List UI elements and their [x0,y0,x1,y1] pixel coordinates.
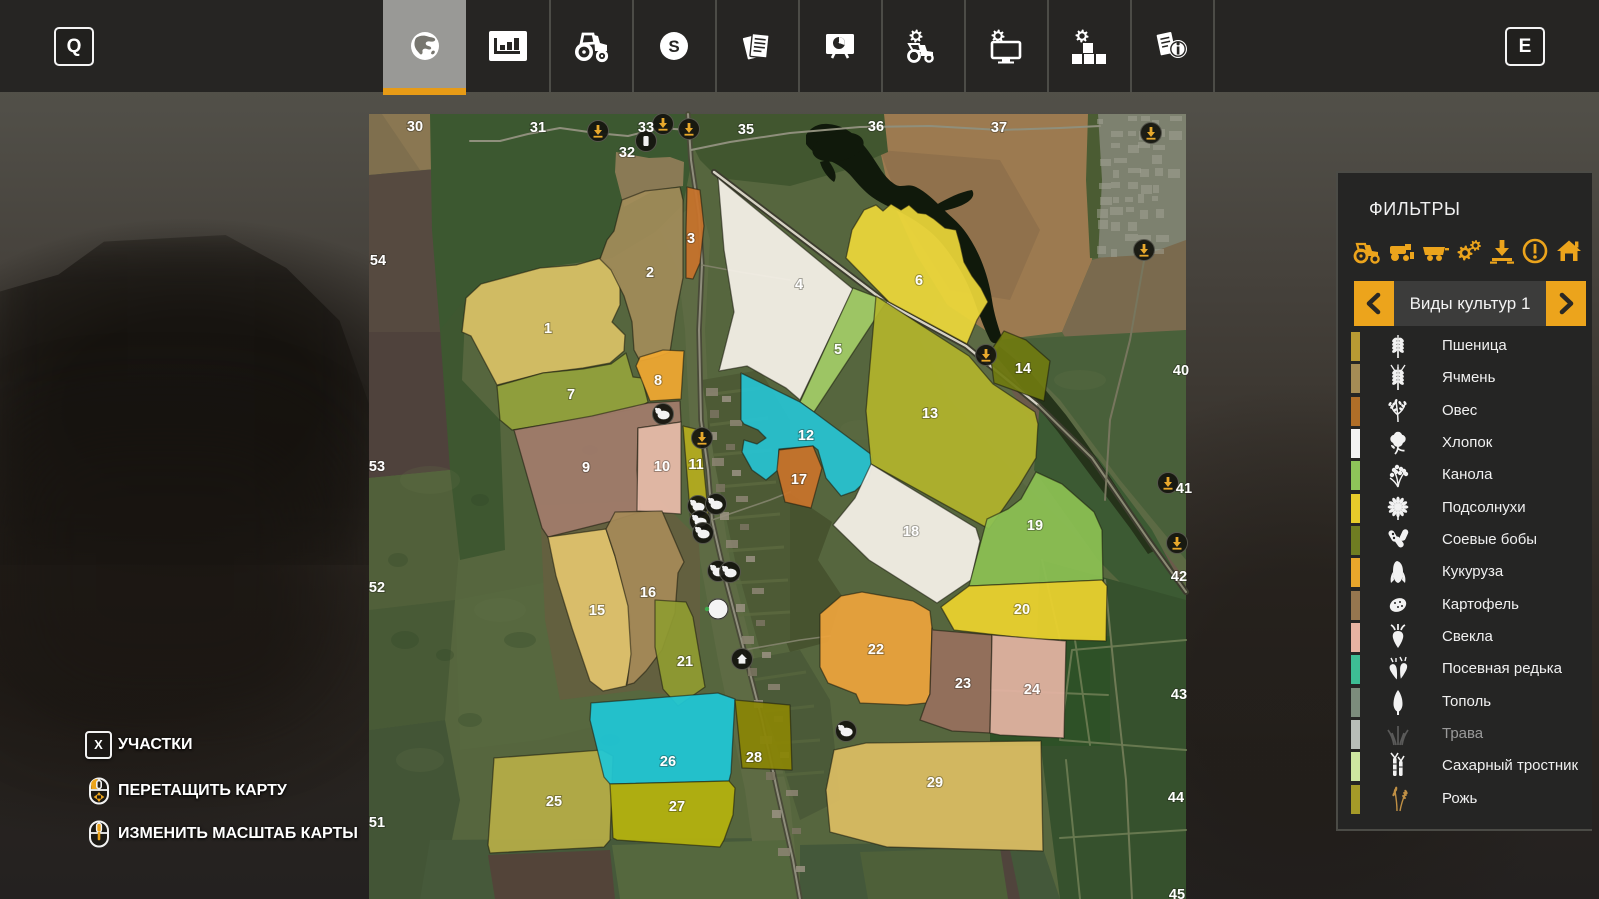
svg-text:52: 52 [369,580,385,596]
svg-text:41: 41 [1176,481,1192,497]
svg-text:17: 17 [791,472,807,488]
svg-text:35: 35 [738,122,754,138]
svg-text:32: 32 [619,145,635,161]
svg-text:14: 14 [1015,361,1031,377]
svg-text:22: 22 [868,642,884,658]
svg-text:43: 43 [1171,687,1187,703]
svg-text:29: 29 [927,775,943,791]
svg-text:6: 6 [915,273,923,289]
svg-text:23: 23 [955,676,971,692]
svg-text:45: 45 [1169,887,1185,899]
svg-text:2: 2 [646,265,654,281]
svg-text:4: 4 [795,277,803,293]
svg-text:44: 44 [1168,790,1184,806]
svg-text:19: 19 [1027,518,1043,534]
svg-text:1: 1 [544,321,552,337]
svg-text:53: 53 [369,459,385,475]
svg-text:40: 40 [1173,363,1189,379]
svg-text:51: 51 [369,815,385,831]
svg-text:13: 13 [922,406,938,422]
svg-text:26: 26 [660,754,676,770]
svg-text:42: 42 [1171,569,1187,585]
svg-text:11: 11 [688,457,703,473]
svg-text:36: 36 [868,119,884,135]
svg-text:18: 18 [903,524,919,540]
svg-text:3: 3 [687,231,695,247]
svg-text:37: 37 [991,120,1007,136]
svg-text:28: 28 [746,750,762,766]
svg-text:21: 21 [677,654,693,670]
svg-text:7: 7 [567,387,575,403]
svg-text:24: 24 [1024,682,1040,698]
svg-text:25: 25 [546,794,562,810]
svg-text:16: 16 [640,585,656,601]
svg-text:31: 31 [530,120,546,136]
svg-text:15: 15 [589,603,605,619]
svg-text:10: 10 [654,459,670,475]
svg-text:20: 20 [1014,602,1030,618]
svg-text:5: 5 [834,342,842,358]
svg-text:27: 27 [669,799,685,815]
svg-text:33: 33 [638,120,654,136]
svg-text:S: S [668,37,679,56]
svg-text:8: 8 [654,373,662,389]
svg-text:54: 54 [370,253,386,269]
svg-text:12: 12 [798,428,814,444]
svg-text:30: 30 [407,119,423,135]
svg-text:9: 9 [582,460,590,476]
